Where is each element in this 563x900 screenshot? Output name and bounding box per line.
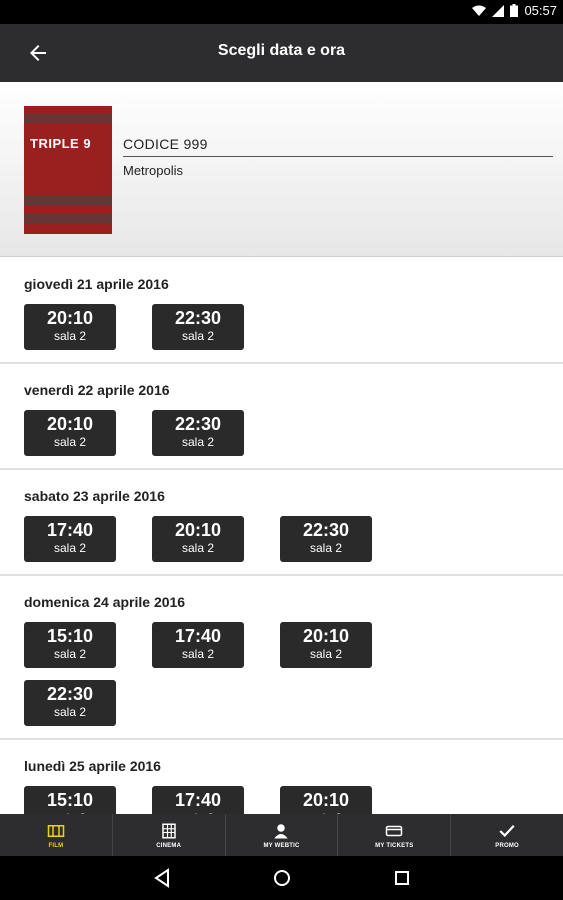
- showtime-hall: sala 2: [53, 541, 87, 555]
- tab-my-webtic[interactable]: MY WEBTIC: [226, 814, 339, 856]
- showtime-button[interactable]: 17:40sala 2: [24, 516, 116, 562]
- film-title: CODICE 999: [123, 136, 208, 152]
- poster-title: TRIPLE 9: [30, 136, 92, 151]
- showtime-button[interactable]: 22:30 sala 2: [24, 680, 116, 726]
- nav-home-icon[interactable]: [270, 866, 294, 890]
- showtime-button[interactable]: 22:30 sala 2: [152, 410, 244, 456]
- showtime-time: 15:10: [46, 790, 94, 810]
- showtime-time: 20:10: [46, 308, 94, 328]
- cinema-name: Metropolis: [123, 163, 183, 178]
- system-nav-bar: [0, 856, 563, 900]
- building-icon: [161, 823, 176, 838]
- showtime-slots: 15:10sala 2 17:40sala 2 20:10sala 2: [0, 786, 424, 814]
- showtime-time: 22:30: [174, 414, 222, 434]
- showtime-button[interactable]: 20:10sala 2: [24, 410, 116, 456]
- showtime-button[interactable]: 15:10sala 2: [24, 622, 116, 668]
- day-section: sabato 23 aprile 2016 17:40 sala 2 20:10 sal…: [0, 470, 563, 576]
- showtime-hall: sala 2: [309, 541, 343, 555]
- bottom-tab-bar: FILM CINEMA MY WEBTIC MY TICKETS PROMO: [0, 814, 563, 856]
- tab-label: FILM: [48, 842, 64, 849]
- showtime-time: 22:30: [302, 520, 350, 540]
- page-title: Scegli data e ora: [217, 42, 346, 59]
- film-poster: TRIPLE 9: [24, 106, 112, 234]
- showtime-button[interactable]: 17:40sala 2: [152, 622, 244, 668]
- nav-recents-icon[interactable]: [390, 866, 414, 890]
- status-icons: 05:57: [472, 3, 557, 18]
- showtime-button[interactable]: 20:10sala 2: [280, 786, 372, 814]
- showtime-time: 17:40: [174, 790, 222, 810]
- wifi-icon: [472, 5, 487, 16]
- signal-icon: [492, 4, 505, 17]
- showtime-time: 17:40: [46, 520, 94, 540]
- showtime-button[interactable]: 20:10sala 2: [24, 304, 116, 350]
- showtime-slots: 17:40 sala 2 20:10 sala 2 22:30 sala 2: [0, 516, 424, 562]
- showtime-hall: sala 2: [53, 329, 87, 343]
- tab-label: MY WEBTIC: [263, 842, 300, 849]
- showtime-button[interactable]: 20:10sala 2: [152, 516, 244, 562]
- showtime-time: 15:10: [46, 626, 94, 646]
- showtime-time: 20:10: [302, 626, 350, 646]
- showtime-hall: sala 2: [181, 541, 215, 555]
- showtime-time: 20:10: [46, 414, 94, 434]
- nav-back-icon[interactable]: [150, 866, 174, 890]
- tab-label: MY TICKETS: [375, 842, 414, 849]
- showtime-hall: sala 2: [181, 647, 215, 661]
- tab-film[interactable]: FILM: [0, 814, 113, 856]
- tab-my-tickets[interactable]: MY TICKETS: [338, 814, 452, 856]
- showtime-button[interactable]: 22:30 sala 2: [152, 304, 244, 350]
- showtime-list: giovedì 21 aprile 2016 20:10 sala 2 22:30 sa…: [0, 258, 563, 814]
- showtime-slots: 15:10 sala 2 17:40 sala 2 20:10 sala 2 22:30 sa…: [0, 622, 424, 726]
- showtime-button[interactable]: 15:10sala 2: [24, 786, 116, 814]
- showtime-time: 20:10: [174, 520, 222, 540]
- status-time: 05:57: [524, 3, 557, 18]
- tab-label: CINEMA: [156, 842, 182, 849]
- showtime-hall: sala 2: [53, 705, 87, 719]
- ticket-icon: [386, 825, 403, 836]
- showtime-button[interactable]: 17:40sala 2: [152, 786, 244, 814]
- tab-promo[interactable]: PROMO: [451, 814, 563, 856]
- showtime-time: 22:30: [174, 308, 222, 328]
- showtime-hall: sala 2: [309, 647, 343, 661]
- day-label: venerdì 22 aprile 2016: [24, 382, 170, 398]
- battery-icon: [510, 4, 519, 17]
- day-section: lunedì 25 aprile 2016 15:10sala 2 17:40sal…: [0, 740, 563, 814]
- showtime-hall: sala 2: [181, 329, 215, 343]
- status-bar: 05:57: [0, 0, 563, 24]
- showtime-hall: sala 2: [53, 647, 87, 661]
- tab-label: PROMO: [495, 842, 519, 849]
- check-icon: [499, 824, 515, 837]
- showtime-hall: sala 2: [181, 435, 215, 449]
- film-header: TRIPLE 9 CODICE 999 Metropolis: [0, 82, 563, 257]
- showtime-hall: sala 2: [53, 435, 87, 449]
- showtime-slots: 20:10 sala 2 22:30 sala 2: [0, 304, 424, 350]
- day-label: domenica 24 aprile 2016: [24, 594, 186, 610]
- user-icon: [274, 823, 289, 838]
- day-label: giovedì 21 aprile 2016: [24, 276, 169, 292]
- divider: [123, 156, 553, 157]
- day-section: giovedì 21 aprile 2016 20:10 sala 2 22:30 sa…: [0, 258, 563, 364]
- tab-cinema[interactable]: CINEMA: [113, 814, 226, 856]
- day-section: venerdì 22 aprile 2016 20:10 sala 2 22:30 sa…: [0, 364, 563, 470]
- day-section: domenica 24 aprile 2016 15:10 sala 2 17:40 s…: [0, 576, 563, 740]
- showtime-button[interactable]: 20:10sala 2: [280, 622, 372, 668]
- showtime-time: 20:10: [302, 790, 350, 810]
- showtime-time: 17:40: [174, 626, 222, 646]
- app-bar: Scegli data e ora: [0, 24, 563, 82]
- day-label: lunedì 25 aprile 2016: [24, 758, 161, 774]
- showtime-time: 22:30: [46, 684, 94, 704]
- day-label: sabato 23 aprile 2016: [24, 488, 165, 504]
- showtime-button[interactable]: 22:30 sala 2: [280, 516, 372, 562]
- showtime-slots: 20:10 sala 2 22:30 sala 2: [0, 410, 424, 456]
- film-icon: [47, 824, 65, 837]
